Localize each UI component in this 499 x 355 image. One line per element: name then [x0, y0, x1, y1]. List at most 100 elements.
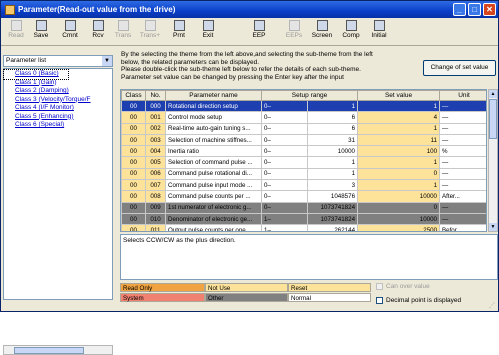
tree-item-class-1[interactable]: Class 1 (Gain): [4, 79, 112, 88]
cell-unit: —: [439, 122, 486, 135]
table-row[interactable]: 00 011 Output pulse counts per one ... 1– 26…: [121, 224, 486, 231]
maximize-button[interactable]: □: [468, 3, 481, 16]
table-row[interactable]: 00 002 Real-time auto-gain tuning s... 0– 6 1…: [121, 122, 486, 135]
horizontal-scrollbar[interactable]: [3, 345, 113, 355]
cell-min: 0–: [261, 111, 308, 124]
header-no[interactable]: No.: [145, 90, 166, 101]
table-row[interactable]: 00 000 Rotational direction setup 0– 1 1—: [121, 99, 486, 113]
cell-max: 1073741824: [306, 201, 359, 214]
cell-name: Selection of machine stiffnes...: [165, 133, 262, 147]
tree-item-class-5[interactable]: Class 5 (Enhancing): [4, 113, 112, 122]
header-name[interactable]: Parameter name: [165, 90, 262, 101]
header-set-value[interactable]: Set value: [357, 90, 441, 101]
tree-item-class-4[interactable]: Class 4 (I/F Monitor): [4, 104, 112, 113]
cell-unit: —: [439, 212, 486, 226]
cell-max: 1048576: [306, 190, 359, 203]
cell-unit: —: [439, 179, 486, 192]
cell-value[interactable]: 1: [357, 99, 441, 113]
table-row[interactable]: 00 009 1st numerator of electronic g... 0– 1…: [121, 201, 486, 214]
cell-unit: —: [439, 111, 486, 124]
toolbar-screen-button[interactable]: Screen: [307, 18, 337, 44]
cell-value[interactable]: 0: [357, 167, 441, 181]
cell-value[interactable]: 2500: [357, 224, 441, 231]
scroll-up-icon[interactable]: ▲: [489, 90, 497, 98]
vertical-scrollbar[interactable]: ▲ ▼: [488, 89, 498, 232]
table-row[interactable]: 00 006 Command pulse rotational di... 0– 1 0—: [121, 167, 486, 181]
cell-no: 010: [145, 212, 166, 226]
cell-cls: 00: [121, 167, 146, 181]
can-over-value-checkbox[interactable]: Can over value: [376, 283, 430, 290]
cell-value[interactable]: 10000: [357, 190, 441, 203]
toolbar-trans-button[interactable]: Trans: [111, 18, 135, 44]
tree-item-class-2[interactable]: Class 2 (Damping): [4, 87, 112, 96]
toolbar-exit-button[interactable]: Exit: [193, 18, 223, 44]
toolbar-read-button[interactable]: Read: [5, 18, 27, 44]
toolbar-rcv-button[interactable]: Rcv: [85, 18, 111, 44]
checkbox-box[interactable]: [376, 297, 383, 304]
table-row[interactable]: 00 003 Selection of machine stiffnes... 0– 3…: [121, 133, 486, 147]
legend-read-only: Read Only: [120, 283, 205, 292]
cell-max: 1: [306, 156, 359, 169]
tree-item-class-6[interactable]: Class 6 (Special): [4, 121, 112, 130]
tree-item-class-3[interactable]: Class 3 (Velocity/Torque/F: [4, 96, 112, 105]
header-class[interactable]: Class: [121, 90, 146, 101]
receive-icon: [92, 20, 104, 31]
close-button[interactable]: ✕: [483, 3, 496, 16]
table-row[interactable]: 00 005 Selection of command pulse ... 0– 1 1—: [121, 156, 486, 169]
toolbar-comp-button[interactable]: Comp: [337, 18, 365, 44]
toolbar-prnt-button[interactable]: Prnt: [165, 18, 193, 44]
table-row[interactable]: 00 007 Command pulse input mode ... 0– 3 1—: [121, 179, 486, 192]
cell-value[interactable]: 11: [357, 133, 441, 147]
read-icon: [10, 20, 22, 31]
cell-value[interactable]: 10000: [357, 212, 441, 226]
toolbar-label: Trans: [114, 32, 132, 39]
cell-unit: —: [439, 133, 486, 147]
parameter-list-combo[interactable]: Parameter list ▼: [3, 55, 113, 67]
table-row[interactable]: 00 010 Denominator of electronic ge... 1– 10…: [121, 212, 486, 226]
tree-item-class-0[interactable]: Class 0 (Basic): [3, 69, 69, 80]
toolbar: Read Save Cmnt Rcv Trans Trans+ Prnt Exit EEP EEP…: [1, 18, 498, 46]
cell-no: 003: [145, 133, 166, 147]
toolbar-eeps-button[interactable]: EEPs: [281, 18, 307, 44]
header-setup-range[interactable]: Setup range: [260, 90, 359, 101]
toolbar-cmnt-button[interactable]: Cmnt: [55, 18, 85, 44]
title-bar: Parameter(Read-out value from the drive)…: [1, 1, 498, 18]
cell-max: 3: [306, 179, 359, 192]
table-row[interactable]: 00 004 Inertia ratio 0– 10000 100%: [121, 145, 486, 158]
cell-unit: —: [439, 201, 486, 214]
legend-system: System: [120, 293, 205, 302]
toolbar-eep-button[interactable]: EEP: [237, 18, 281, 44]
header-unit[interactable]: Unit: [439, 90, 486, 101]
toolbar-label: Cmnt: [62, 32, 78, 39]
parameter-grid: Class No. Parameter name Setup range Set…: [120, 89, 487, 232]
cell-value[interactable]: 4: [357, 111, 441, 124]
cell-value[interactable]: 1: [357, 179, 441, 192]
cell-value[interactable]: 100: [357, 145, 441, 158]
toolbar-trans-plus-button[interactable]: Trans+: [135, 18, 165, 44]
cell-unit: %: [439, 145, 486, 158]
cell-no: 001: [145, 111, 166, 124]
scroll-thumb[interactable]: [489, 99, 497, 139]
chevron-down-icon[interactable]: ▼: [102, 56, 112, 66]
cell-value[interactable]: 1: [357, 122, 441, 135]
cell-cls: 00: [121, 122, 146, 135]
minimize-button[interactable]: _: [453, 3, 466, 16]
initial-icon: [373, 20, 385, 31]
checkbox-box[interactable]: [376, 283, 383, 290]
checkbox-label: Decimal point is displayed: [386, 297, 462, 304]
scroll-thumb[interactable]: [14, 347, 84, 354]
toolbar-initial-button[interactable]: Initial: [365, 18, 393, 44]
decimal-point-checkbox[interactable]: Decimal point is displayed: [376, 297, 461, 304]
resize-grip-icon[interactable]: ⋰: [489, 302, 497, 310]
table-row[interactable]: 00 008 Command pulse counts per ... 0– 10485…: [121, 190, 486, 203]
cell-cls: 00: [121, 111, 146, 124]
cell-value[interactable]: 0: [357, 201, 441, 214]
change-set-value-button[interactable]: Change of set value: [423, 60, 496, 76]
instructions: By the selecting the theme from the left…: [121, 51, 416, 81]
toolbar-save-button[interactable]: Save: [27, 18, 55, 44]
scroll-down-icon[interactable]: ▼: [489, 223, 497, 231]
table-row[interactable]: 00 001 Control mode setup 0– 6 4—: [121, 111, 486, 124]
cell-no: 006: [145, 167, 166, 181]
cell-value[interactable]: 1: [357, 156, 441, 169]
cell-unit: Befor...: [439, 224, 486, 231]
